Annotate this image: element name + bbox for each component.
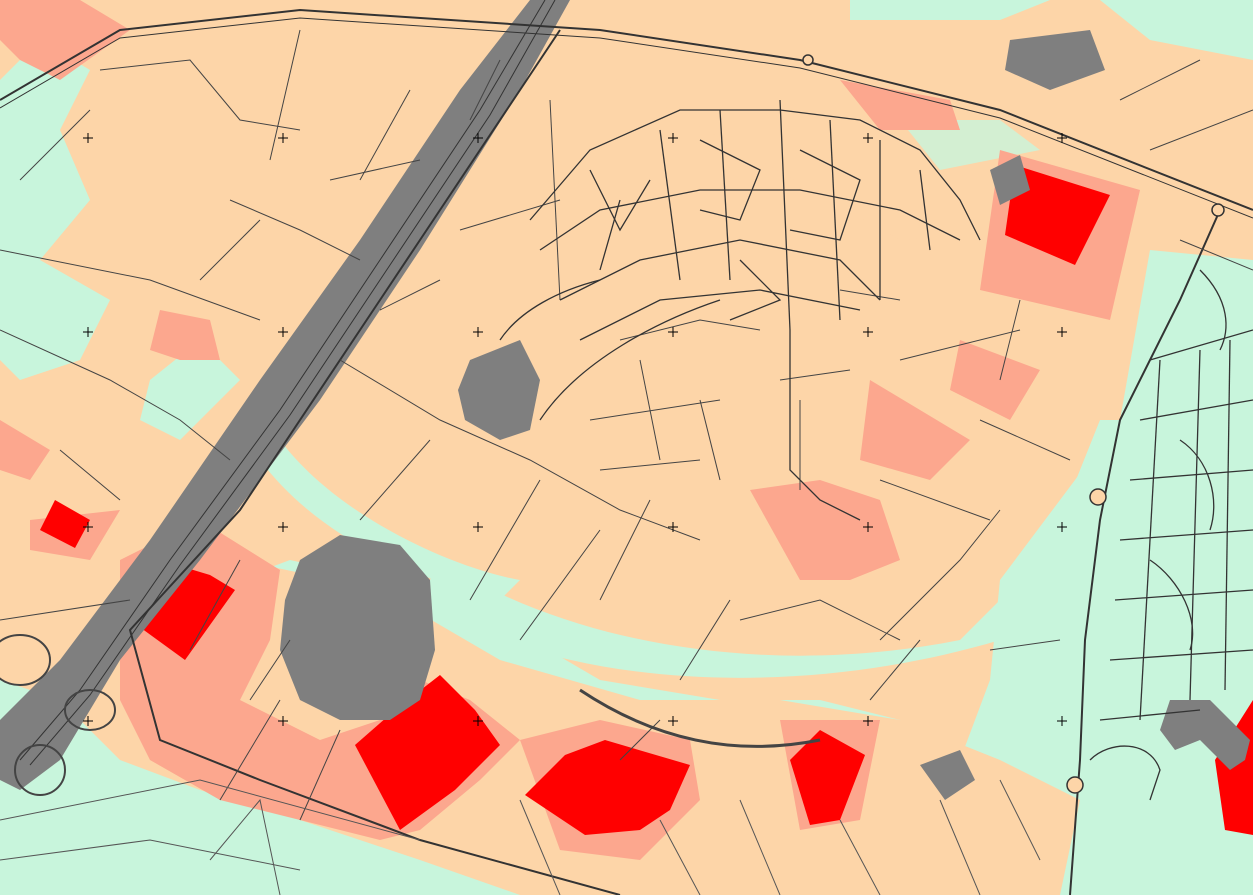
lake-south: [280, 535, 435, 720]
map-canvas[interactable]: [0, 0, 1253, 895]
map-svg: [0, 0, 1253, 895]
